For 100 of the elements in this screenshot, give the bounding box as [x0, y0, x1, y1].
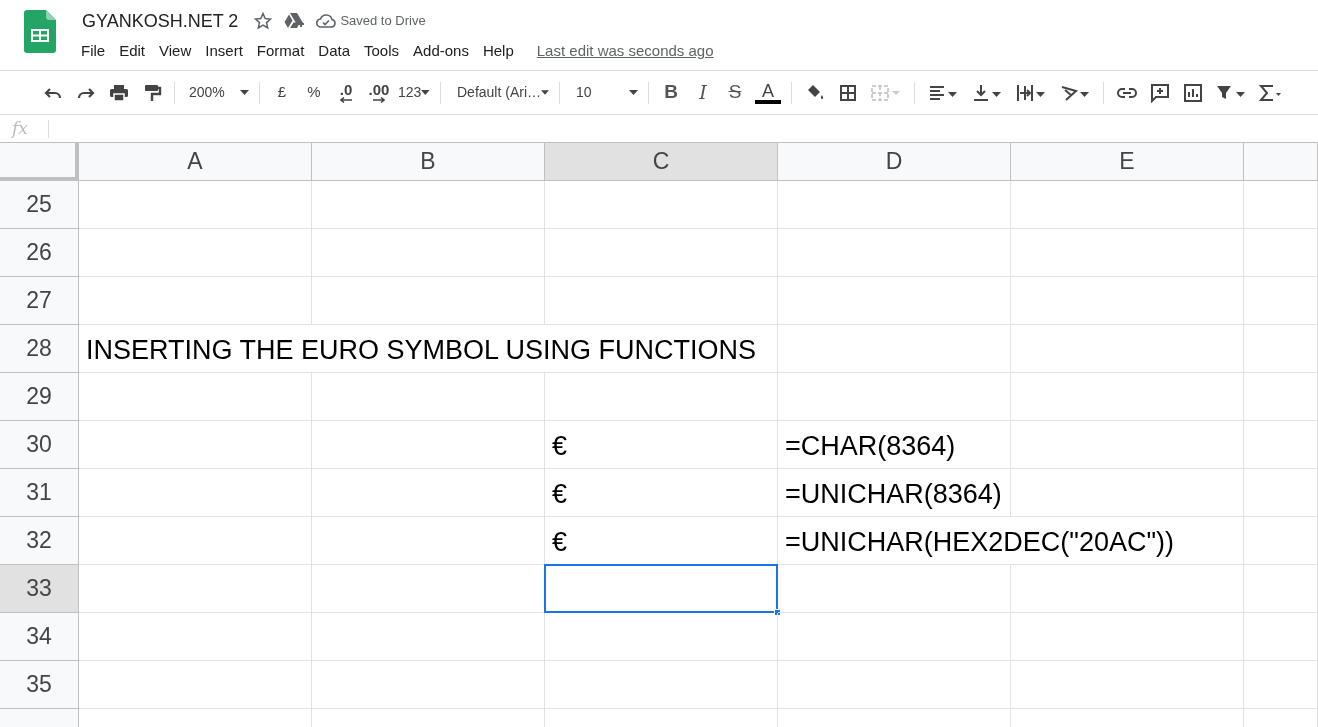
grid-cell[interactable] [545, 181, 778, 229]
row-header[interactable]: 25 [0, 181, 79, 229]
column-header[interactable]: D [778, 143, 1011, 181]
grid-cell[interactable] [1244, 277, 1318, 325]
grid-cell[interactable] [1244, 373, 1318, 421]
grid-cell[interactable]: INSERTING THE EURO SYMBOL USING FUNCTIONS [79, 325, 778, 373]
grid-cell[interactable]: € [545, 469, 778, 517]
grid-cell[interactable] [778, 661, 1011, 709]
grid-cell[interactable] [1244, 229, 1318, 277]
menu-item[interactable]: File [74, 38, 113, 65]
grid-cell[interactable] [79, 565, 312, 613]
grid-cell[interactable] [778, 325, 1011, 373]
row-header[interactable]: 26 [0, 229, 79, 277]
selected-cell[interactable] [544, 564, 778, 613]
grid-cell[interactable] [545, 277, 778, 325]
grid-cell[interactable] [312, 229, 545, 277]
column-header[interactable]: E [1011, 143, 1244, 181]
grid-cell[interactable] [545, 373, 778, 421]
grid-cell[interactable] [778, 277, 1011, 325]
zoom-dropdown[interactable]: 200% [181, 77, 253, 108]
italic-button[interactable]: I [687, 77, 719, 108]
grid-cell[interactable] [1244, 469, 1318, 517]
grid-cell[interactable] [1244, 325, 1318, 373]
select-all-corner[interactable] [0, 143, 79, 181]
grid-cell[interactable] [79, 181, 312, 229]
currency-button[interactable]: £ [266, 77, 298, 108]
font-dropdown[interactable]: Default (Ari… [447, 77, 553, 108]
grid-cell[interactable] [312, 469, 545, 517]
grid-cell[interactable] [545, 613, 778, 661]
column-header[interactable] [1244, 143, 1318, 181]
menu-item[interactable]: Data [311, 38, 357, 65]
grid-cell[interactable] [1244, 517, 1318, 565]
grid-cell[interactable] [778, 613, 1011, 661]
menu-item[interactable]: Edit [112, 38, 153, 65]
menu-item[interactable]: Insert [198, 38, 250, 65]
sheets-logo-icon[interactable] [24, 10, 56, 53]
menu-item[interactable]: Format [249, 38, 312, 65]
column-header[interactable]: C [545, 143, 778, 181]
grid-cell[interactable] [312, 421, 545, 469]
grid-cell[interactable] [79, 661, 312, 709]
column-header[interactable]: B [312, 143, 545, 181]
grid-cell[interactable] [79, 613, 312, 661]
row-header[interactable]: 27 [0, 277, 79, 325]
grid-cell[interactable] [1011, 277, 1244, 325]
grid-cell[interactable] [79, 421, 312, 469]
grid-cell[interactable] [1011, 421, 1244, 469]
column-header[interactable]: A [79, 143, 312, 181]
grid-cell[interactable] [79, 469, 312, 517]
grid-cell[interactable] [79, 517, 312, 565]
grid-cell[interactable] [312, 517, 545, 565]
decrease-decimals-button[interactable]: .0 [330, 77, 362, 108]
drive-icon[interactable] [284, 12, 305, 30]
grid-cell[interactable]: € [545, 517, 778, 565]
grid-cell[interactable] [1244, 613, 1318, 661]
grid-cell[interactable] [1244, 181, 1318, 229]
grid-cell[interactable]: =UNICHAR(HEX2DEC("20AC")) [778, 517, 1244, 565]
menu-item[interactable]: Add-ons [406, 38, 476, 65]
grid-cell[interactable] [1011, 661, 1244, 709]
row-header[interactable]: 30 [0, 421, 79, 469]
grid-cell[interactable] [79, 277, 312, 325]
number-format-dropdown[interactable]: 123 [396, 77, 434, 108]
fill-handle[interactable] [774, 609, 781, 616]
menu-item[interactable]: Help [475, 38, 521, 65]
row-header[interactable]: 31 [0, 469, 79, 517]
grid-cell[interactable] [312, 661, 545, 709]
row-header[interactable]: 35 [0, 661, 79, 709]
grid-cell[interactable] [1011, 613, 1244, 661]
grid-cell[interactable] [312, 277, 545, 325]
grid-cell[interactable]: =CHAR(8364) [778, 421, 1011, 469]
grid-cell[interactable] [1244, 661, 1318, 709]
strikethrough-button[interactable]: S [719, 77, 751, 108]
increase-decimals-button[interactable]: .00 [362, 77, 396, 108]
row-header[interactable]: 34 [0, 613, 79, 661]
grid-cell[interactable] [312, 613, 545, 661]
grid-cell[interactable] [1011, 325, 1244, 373]
percent-button[interactable]: % [298, 77, 330, 108]
menu-item[interactable]: Tools [357, 38, 407, 65]
row-header[interactable]: 28 [0, 325, 79, 373]
document-title[interactable]: GYANKOSH.NET 2 [82, 10, 239, 32]
grid-cell[interactable] [1011, 229, 1244, 277]
grid-cell[interactable] [1011, 373, 1244, 421]
font-size-dropdown[interactable]: 10 [566, 77, 642, 108]
grid-cell[interactable] [1011, 469, 1244, 517]
text-color-button[interactable]: A [751, 77, 785, 108]
grid-cell[interactable] [79, 229, 312, 277]
grid-cell[interactable]: =UNICHAR(8364) [778, 469, 1011, 517]
grid-cell[interactable] [79, 373, 312, 421]
star-icon[interactable] [254, 12, 273, 30]
menu-item[interactable]: View [152, 38, 199, 65]
row-header[interactable]: 32 [0, 517, 79, 565]
row-header[interactable]: 33 [0, 565, 79, 613]
grid-cell[interactable] [778, 565, 1011, 613]
grid-cell[interactable] [778, 181, 1011, 229]
grid-cell[interactable] [1244, 565, 1318, 613]
grid-cell[interactable] [1011, 565, 1244, 613]
grid-cell[interactable] [778, 229, 1011, 277]
last-edit-link[interactable]: Last edit was seconds ago [536, 40, 714, 63]
grid-cell[interactable] [545, 661, 778, 709]
grid-cell[interactable] [312, 181, 545, 229]
grid-cell[interactable] [545, 229, 778, 277]
